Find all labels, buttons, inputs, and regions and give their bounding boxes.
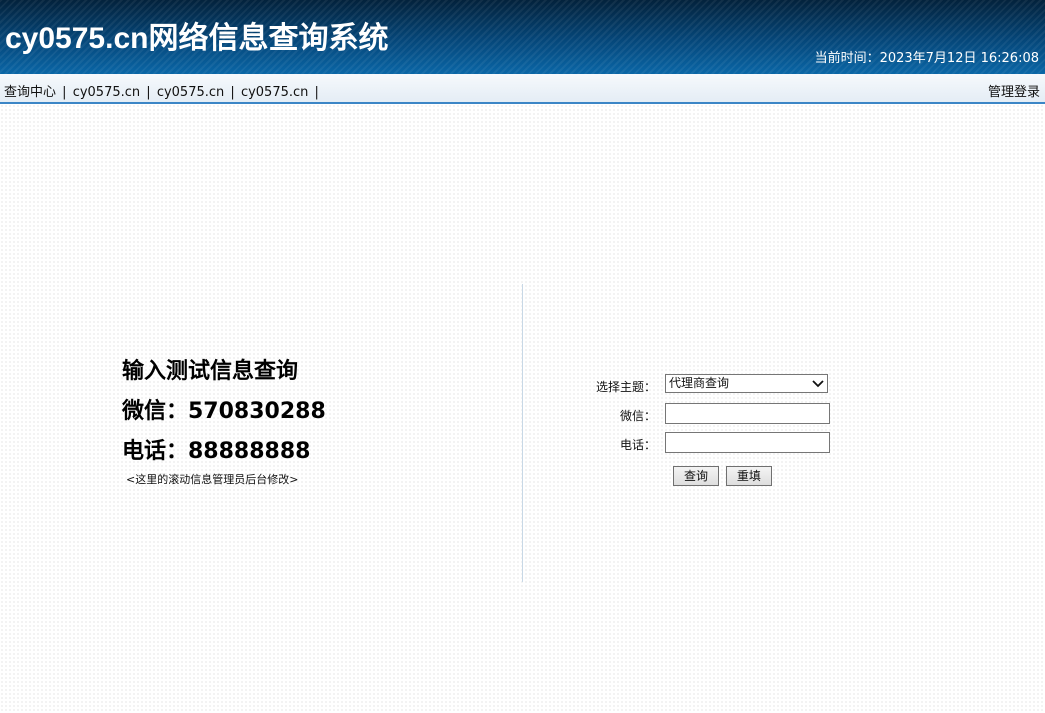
info-panel: 输入测试信息查询 微信：570830288 电话：88888888 <这里的滚动… bbox=[122, 352, 482, 488]
nav-item-link-1[interactable]: cy0575.cn bbox=[73, 85, 140, 100]
nav-item-link-2[interactable]: cy0575.cn bbox=[157, 85, 224, 100]
nav-separator: | bbox=[230, 85, 235, 100]
info-headline: 输入测试信息查询 bbox=[122, 359, 299, 384]
phone-row: 电话： bbox=[580, 430, 840, 459]
nav-links: 查询中心 | cy0575.cn | cy0575.cn | cy0575.cn… bbox=[4, 81, 321, 100]
nav-separator: | bbox=[146, 85, 151, 100]
nav-separator: | bbox=[62, 85, 67, 100]
info-phone: 电话：88888888 bbox=[122, 439, 311, 464]
wechat-row: 微信： bbox=[580, 401, 840, 430]
clock-label: 当前时间： bbox=[814, 51, 880, 66]
query-button[interactable]: 查询 bbox=[673, 466, 719, 486]
topic-selected-value: 代理商查询 bbox=[669, 376, 730, 390]
header-banner: cy0575.cn网络信息查询系统 当前时间：2023年7月12日 16:26:… bbox=[0, 0, 1045, 74]
phone-label: 电话： bbox=[619, 438, 656, 452]
topic-label: 选择主题： bbox=[595, 380, 656, 394]
wechat-label: 微信： bbox=[619, 409, 656, 423]
phone-input[interactable] bbox=[665, 432, 830, 453]
topic-row: 选择主题： 代理商查询 bbox=[580, 372, 840, 401]
wechat-input[interactable] bbox=[665, 403, 830, 424]
site-title: cy0575.cn网络信息查询系统 bbox=[5, 22, 389, 55]
admin-login-link[interactable]: 管理登录 bbox=[988, 85, 1040, 100]
nav-bar: 查询中心 | cy0575.cn | cy0575.cn | cy0575.cn… bbox=[0, 74, 1045, 104]
clock-value: 2023年7月12日 16:26:08 bbox=[879, 51, 1039, 66]
chevron-down-icon bbox=[811, 375, 825, 397]
query-form: 选择主题： 代理商查询 微信： 电话： 查询 重填 bbox=[580, 372, 840, 486]
form-buttons: 查询 重填 bbox=[673, 466, 775, 486]
nav-item-query-center[interactable]: 查询中心 bbox=[4, 85, 56, 100]
current-time: 当前时间：2023年7月12日 16:26:08 bbox=[815, 50, 1039, 68]
nav-separator: | bbox=[314, 85, 319, 100]
admin-login-area: 管理登录 bbox=[988, 81, 1040, 100]
scrolling-note: <这里的滚动信息管理员后台修改> bbox=[126, 473, 299, 486]
vertical-divider bbox=[522, 284, 523, 582]
topic-select[interactable]: 代理商查询 bbox=[665, 374, 828, 393]
info-wechat: 微信：570830288 bbox=[122, 399, 326, 424]
nav-item-link-3[interactable]: cy0575.cn bbox=[241, 85, 308, 100]
reset-button[interactable]: 重填 bbox=[725, 466, 772, 486]
